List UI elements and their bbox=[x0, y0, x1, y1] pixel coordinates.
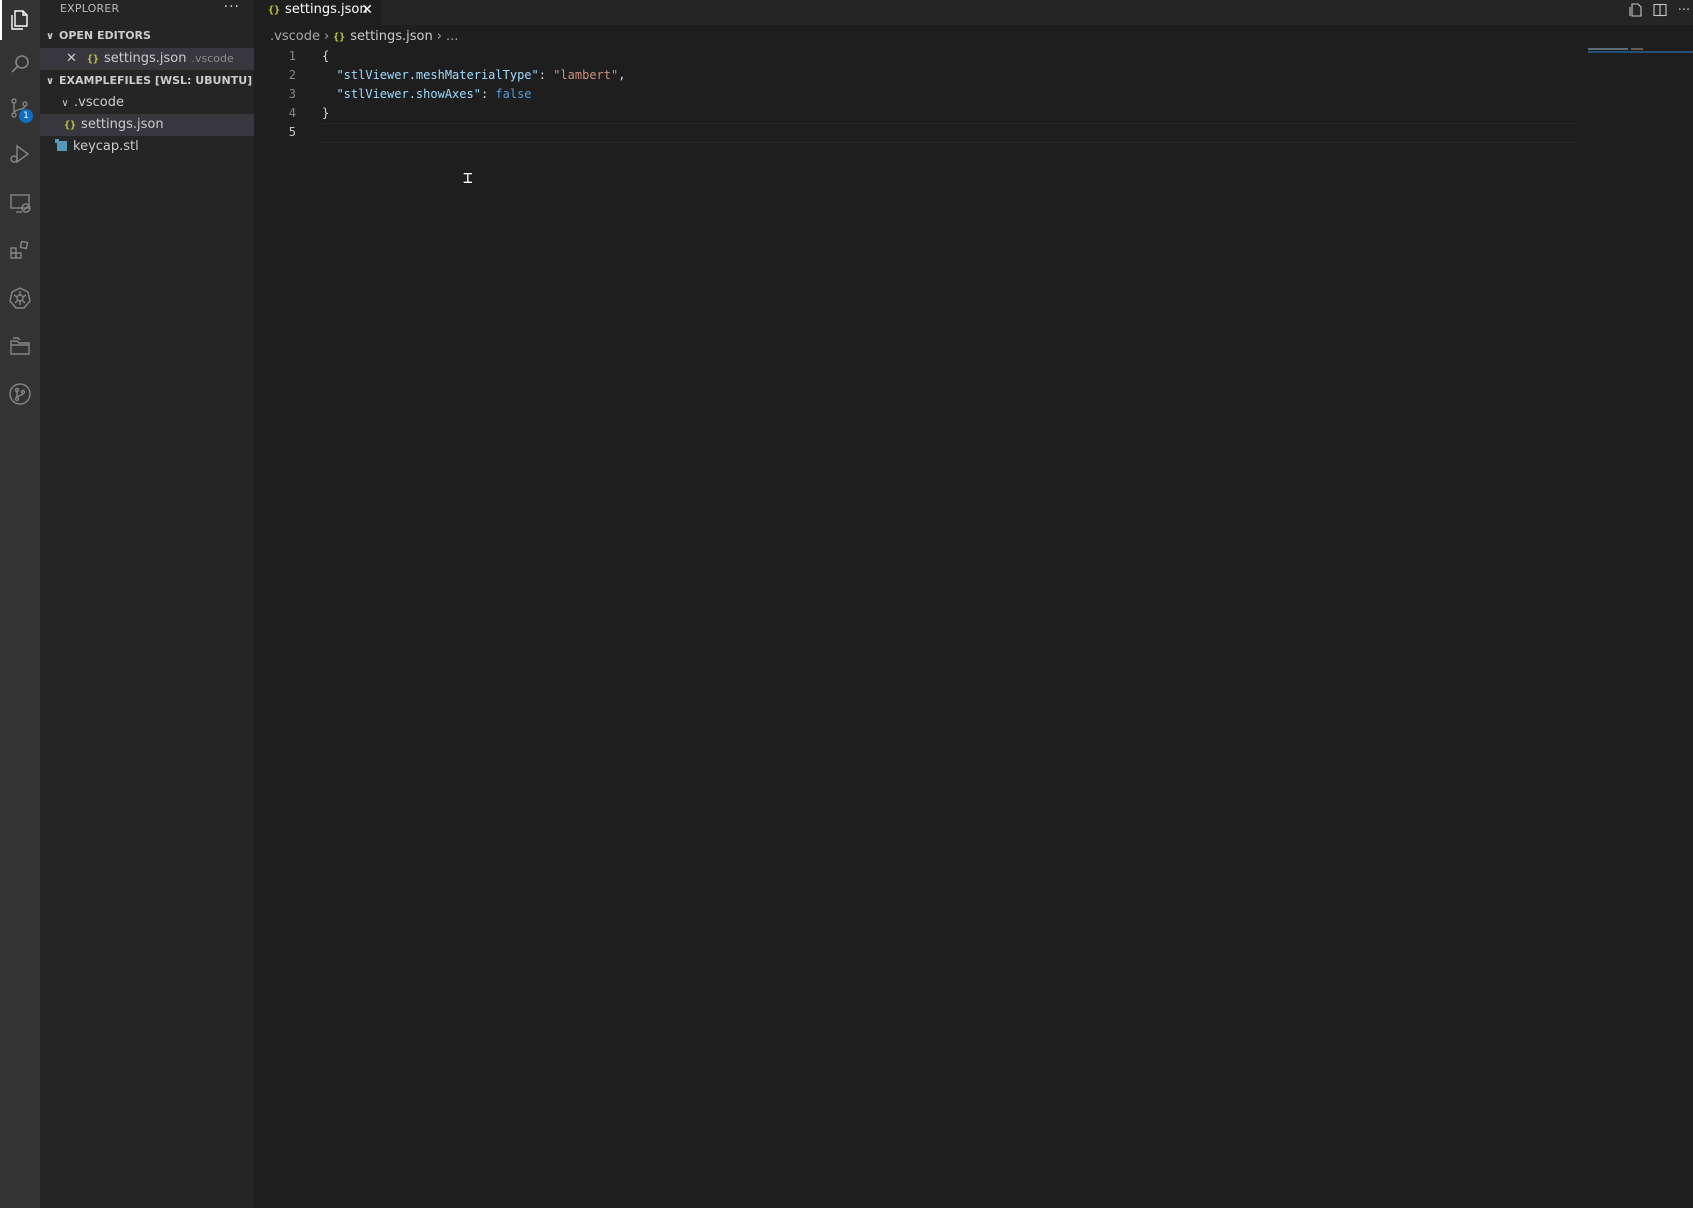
code-text: } bbox=[322, 104, 329, 123]
code-token: , bbox=[618, 68, 626, 82]
kubernetes-icon[interactable] bbox=[0, 278, 40, 318]
close-icon[interactable]: ✕ bbox=[66, 51, 77, 66]
breadcrumb-symbols[interactable]: ... bbox=[446, 29, 458, 44]
code-token: "stlViewer.showAxes" bbox=[336, 87, 481, 101]
tree-file-settings[interactable]: {} settings.json bbox=[40, 114, 254, 136]
mouse-cursor: ⌶ bbox=[463, 168, 473, 187]
folders-icon[interactable] bbox=[0, 326, 40, 366]
search-icon[interactable] bbox=[0, 44, 40, 84]
current-line-highlight bbox=[322, 123, 1577, 143]
line-number: 1 bbox=[288, 49, 296, 63]
tree-file-keycap[interactable]: keycap.stl bbox=[40, 136, 254, 158]
activity-bar: 1 bbox=[0, 0, 40, 1208]
tree-filename: settings.json bbox=[81, 117, 164, 132]
close-icon[interactable]: ✕ bbox=[361, 0, 373, 20]
chevron-down-icon: ∨ bbox=[45, 76, 55, 87]
breadcrumb: .vscode ›{} settings.json ›... bbox=[270, 27, 458, 47]
tab-bar: {} settings.json ✕ ··· bbox=[254, 0, 1693, 25]
git-graph-icon[interactable] bbox=[0, 374, 40, 414]
open-editor-filename: settings.json bbox=[103, 51, 187, 66]
chevron-down-icon: ∨ bbox=[61, 98, 69, 109]
sidebar-title: EXPLORER bbox=[60, 2, 120, 15]
code-token: } bbox=[322, 106, 330, 120]
split-editor-icon[interactable] bbox=[1651, 1, 1669, 19]
code-editor[interactable]: 1 {2 "stlViewer.meshMaterialType": "lambe… bbox=[254, 47, 1693, 1208]
code-text: "stlViewer.showAxes": false bbox=[322, 85, 532, 104]
breadcrumb-file[interactable]: settings.json bbox=[350, 29, 433, 44]
source-control-badge: 1 bbox=[19, 109, 33, 123]
extensions-icon[interactable] bbox=[0, 230, 40, 270]
json-file-icon: {} bbox=[64, 120, 77, 131]
code-token: "lambert" bbox=[553, 68, 619, 82]
chevron-right-icon: › bbox=[436, 29, 442, 44]
line-number: 4 bbox=[288, 106, 296, 120]
json-file-icon: {} bbox=[268, 5, 281, 16]
line-number: 3 bbox=[288, 87, 296, 101]
open-editor-item[interactable]: ✕ {} settings.json .vscode bbox=[40, 48, 254, 70]
code-text: { bbox=[322, 47, 329, 66]
folder-label: .vscode bbox=[74, 95, 124, 110]
chevron-right-icon: › bbox=[323, 29, 330, 44]
code-token: : bbox=[480, 87, 496, 101]
line-number: 2 bbox=[288, 68, 296, 82]
chevron-down-icon: ∨ bbox=[45, 31, 55, 42]
json-file-icon: {} bbox=[86, 54, 99, 65]
more-actions-icon[interactable]: ··· bbox=[224, 0, 240, 18]
tree-filename: keycap.stl bbox=[73, 139, 139, 154]
breadcrumb-folder[interactable]: .vscode bbox=[270, 29, 320, 44]
json-file-icon: {} bbox=[333, 32, 346, 43]
folder-vscode[interactable]: ∨ .vscode bbox=[40, 92, 254, 114]
workspace-label: EXAMPLEFILES [WSL: UBUNTU] bbox=[59, 74, 253, 87]
code-token: false bbox=[495, 87, 532, 101]
explorer-sidebar: EXPLORER ··· ∨ OPEN EDITORS ✕ {} settings.j… bbox=[40, 0, 254, 1208]
code-token: : bbox=[538, 68, 554, 82]
files-icon[interactable] bbox=[0, 0, 40, 40]
more-actions-icon[interactable]: ··· bbox=[1675, 1, 1693, 19]
tab-label: settings.json bbox=[285, 2, 368, 17]
code-token: "stlViewer.meshMaterialType" bbox=[336, 68, 539, 82]
run-debug-icon[interactable] bbox=[0, 134, 40, 174]
open-editors-label: OPEN EDITORS bbox=[59, 29, 151, 42]
open-changes-icon[interactable] bbox=[1627, 1, 1645, 19]
open-editor-folder: .vscode bbox=[191, 52, 234, 65]
tab-settings-json[interactable]: {} settings.json ✕ bbox=[254, 0, 381, 25]
remote-explorer-icon[interactable] bbox=[0, 183, 40, 223]
stl-file-icon bbox=[55, 139, 67, 151]
line-number: 5 bbox=[288, 125, 296, 139]
workspace-header[interactable]: ∨ EXAMPLEFILES [WSL: UBUNTU] bbox=[40, 70, 254, 92]
open-editors-header[interactable]: ∨ OPEN EDITORS bbox=[40, 25, 254, 47]
minimap[interactable] bbox=[1586, 48, 1693, 53]
source-control-icon[interactable]: 1 bbox=[0, 88, 40, 128]
code-text: "stlViewer.meshMaterialType": "lambert", bbox=[322, 66, 625, 85]
code-token: { bbox=[322, 49, 330, 63]
